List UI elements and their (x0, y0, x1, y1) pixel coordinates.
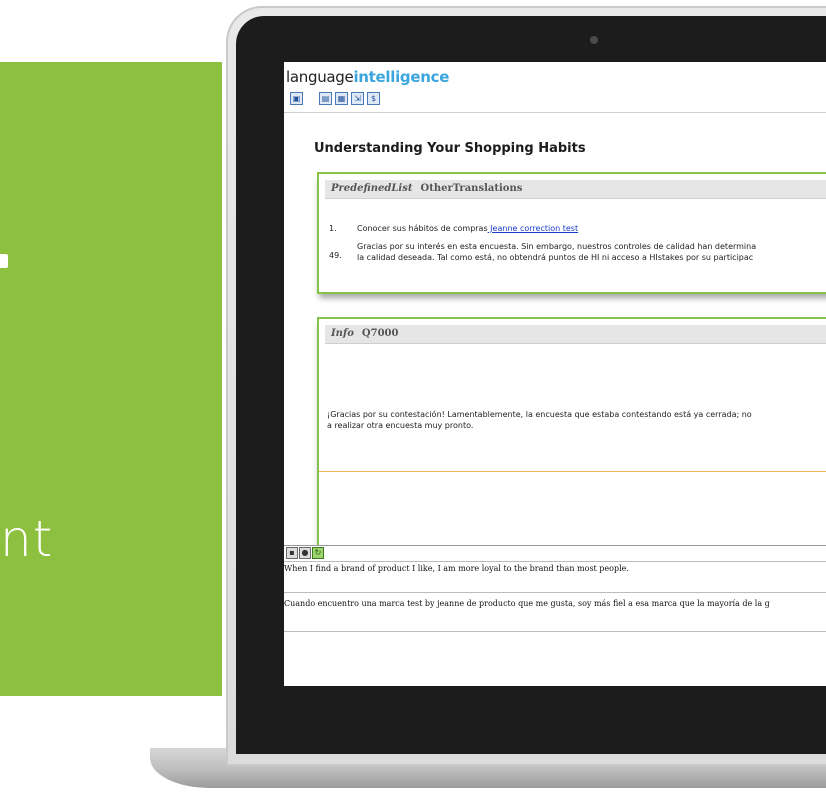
item-number: 49. (329, 251, 342, 260)
page-title: Understanding Your Shopping Habits (314, 141, 586, 156)
save-icon[interactable]: ▣ (290, 92, 303, 105)
item-line: Gracias por su interés en esta encuesta.… (357, 242, 757, 251)
item-line: la calidad deseada. Tal como está, no ob… (357, 253, 754, 262)
card-header: PredefinedList OtherTranslations (325, 180, 826, 199)
source-text: When I find a brand of product I like, I… (284, 562, 826, 593)
list-item: 1. Conocer sus hábitos de compras Jeanne … (329, 224, 578, 233)
list-item-text: Gracias por su interés en esta encuesta.… (357, 241, 756, 263)
card-type: Info (331, 328, 354, 339)
record-icon[interactable]: ● (299, 547, 311, 559)
editor-toolbar: ▪ ● ↻ (284, 546, 826, 562)
card-type: PredefinedList (331, 183, 413, 194)
divider (319, 471, 826, 472)
toolbar: ▣ ▤ ▦ ⇲ $ (290, 92, 380, 105)
export-icon[interactable]: ⇲ (351, 92, 364, 105)
info-text: ¡Gracias por su contestación! Lamentable… (327, 409, 752, 431)
promo-panel: nt (0, 62, 222, 696)
info-line: ¡Gracias por su contestación! Lamentable… (327, 410, 752, 419)
camera-icon (590, 36, 598, 44)
logo-main: language (286, 68, 354, 86)
card-header: Info Q7000 (325, 325, 826, 344)
app-logo: languageintelligence (286, 68, 449, 86)
grid-icon[interactable]: ▦ (335, 92, 348, 105)
currency-icon[interactable]: $ (367, 92, 380, 105)
survey-content: Understanding Your Shopping Habits Prede… (284, 113, 826, 545)
refresh-icon[interactable]: ↻ (312, 547, 324, 559)
target-text-field[interactable]: Cuando encuentro una marca test by jeann… (284, 593, 826, 632)
promo-dot (0, 254, 8, 268)
card-predefined-list: PredefinedList OtherTranslations 1. Conoce… (317, 172, 826, 294)
app-header: languageintelligence ▣ ▤ ▦ ⇲ $ (284, 62, 826, 113)
save-icon[interactable]: ▪ (286, 547, 298, 559)
translation-editor: ▪ ● ↻ When I find a brand of product I l… (284, 545, 826, 686)
item-link[interactable]: Jeanne correction test (488, 224, 578, 233)
item-number: 1. (329, 224, 337, 233)
logo-accent: intelligence (353, 68, 450, 86)
card-name: Q7000 (361, 328, 399, 339)
card-info: Info Q7000 ¡Gracias por su contestación! … (317, 317, 826, 545)
document-icon[interactable]: ▤ (319, 92, 332, 105)
info-line: a realizar otra encuesta muy pronto. (327, 421, 474, 430)
promo-text: nt (0, 510, 54, 568)
card-name: OtherTranslations (420, 183, 523, 194)
app-screen: languageintelligence ▣ ▤ ▦ ⇲ $ Understan… (284, 62, 826, 686)
item-text: Conocer sus hábitos de compras (357, 224, 488, 233)
